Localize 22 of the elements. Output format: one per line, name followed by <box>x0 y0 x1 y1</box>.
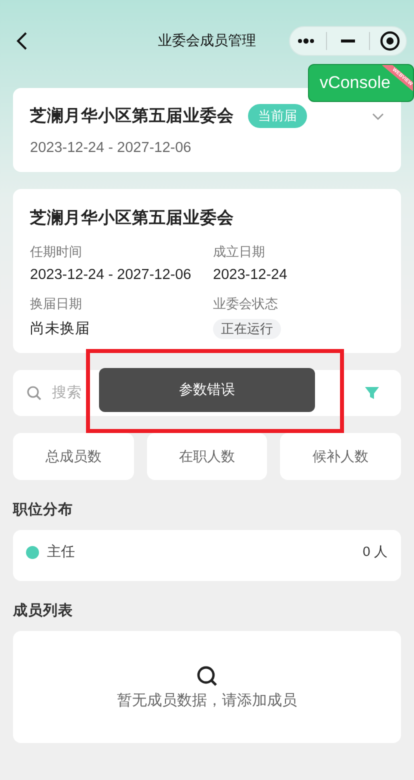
section-title: 职位分布 <box>13 501 74 519</box>
field-value: 尚未换届 <box>30 320 90 338</box>
field-value: 2023-12-24 <box>213 267 288 283</box>
field-label: 换届日期 <box>30 295 82 313</box>
page-title: 业委会成员管理 <box>158 32 256 48</box>
field-label: 成立日期 <box>213 243 265 261</box>
field-value: 2023-12-24 - 2027-12-06 <box>30 267 192 283</box>
field-label: 业委会状态 <box>213 295 278 313</box>
current-badge: 当前届 <box>248 104 307 128</box>
status-tag: 正在运行 <box>213 319 281 339</box>
committee-title: 芝澜月华小区第五届业委会 <box>30 208 235 229</box>
position-name: 主任 <box>47 543 75 561</box>
position-count: 0 人 <box>362 543 388 561</box>
section-title: 成员列表 <box>13 602 74 620</box>
term-title: 芝澜月华小区第五届业委会 <box>30 106 234 127</box>
stat-card: 候补人数 <box>280 433 401 480</box>
term-dates: 2023-12-24 - 2027-12-06 <box>30 140 192 156</box>
stat-card: 在职人数 <box>146 433 268 480</box>
error-toast: 参数错误 <box>99 368 315 412</box>
empty-message: 暂无成员数据，请添加成员 <box>117 690 297 710</box>
field-label: 任期时间 <box>30 243 82 261</box>
stat-card: 总成员数 <box>13 433 134 480</box>
